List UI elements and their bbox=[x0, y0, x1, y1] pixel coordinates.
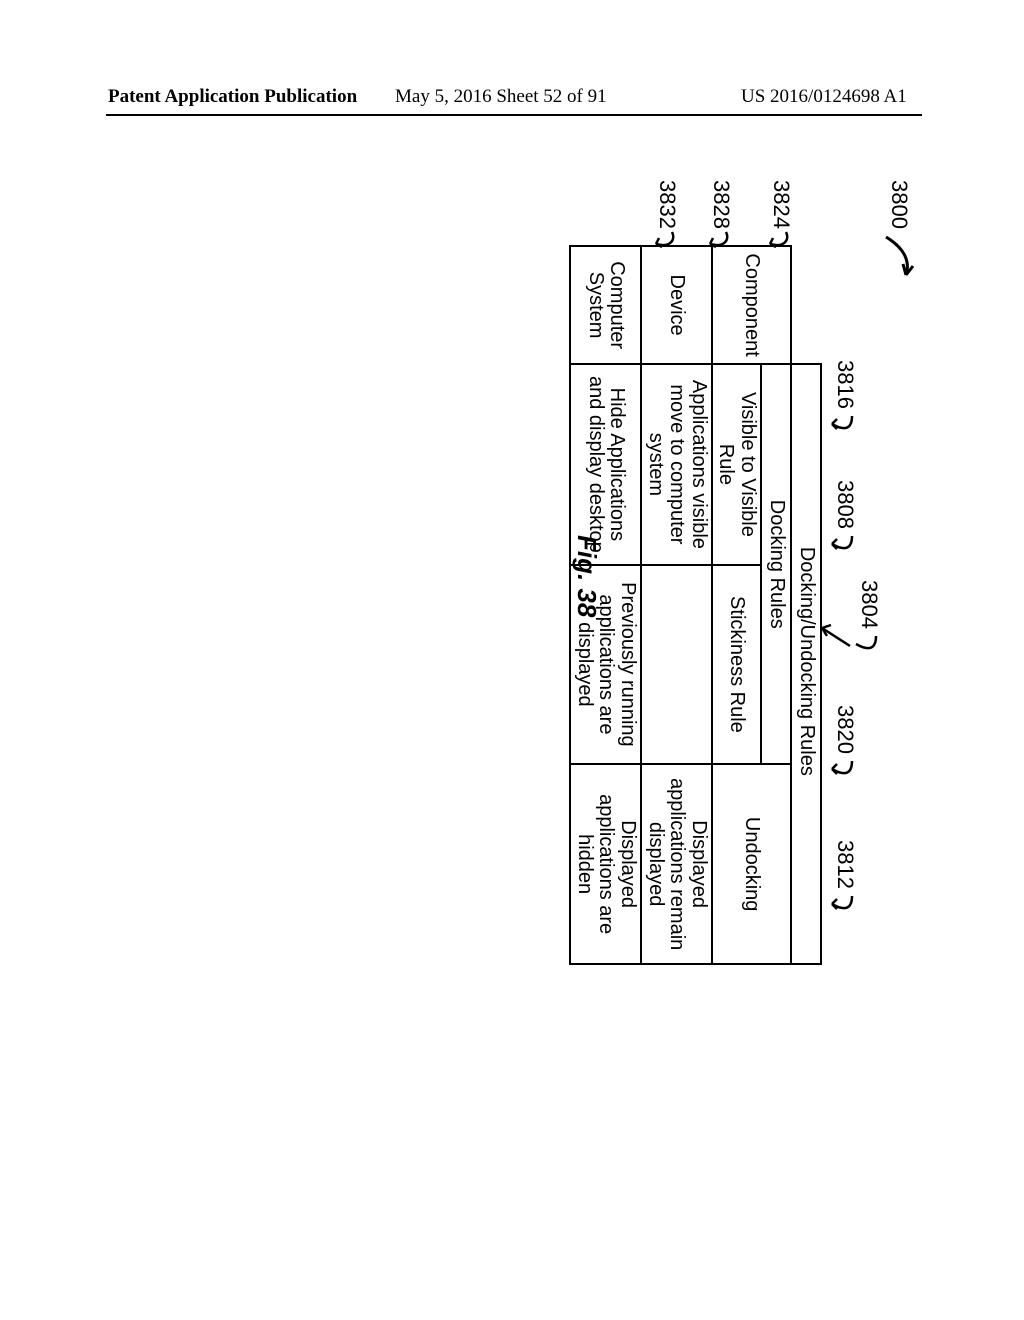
device-stick-cell bbox=[641, 565, 712, 765]
col-undocking-text: Undocking bbox=[741, 817, 763, 912]
ref-3820-label: 3820 bbox=[832, 705, 858, 754]
ref-3812-label: 3812 bbox=[832, 840, 858, 889]
computer-system-undock-cell: Displayed applications are hidden bbox=[570, 764, 641, 964]
ref-3800-label: 3800 bbox=[886, 180, 912, 229]
computer-system-component-cell: Computer System bbox=[570, 246, 641, 364]
docking-rules-table: Docking/Undocking Rules Component Dockin… bbox=[569, 245, 822, 965]
col-docking-rules-header: Docking Rules bbox=[761, 364, 791, 764]
table-row: Device Applications visible move to comp… bbox=[641, 246, 712, 964]
ref-3812-hook-icon bbox=[828, 892, 854, 916]
sub-stickiness-rule-header: Stickiness Rule bbox=[712, 565, 761, 765]
header-pubnumber: US 2016/0124698 A1 bbox=[741, 86, 907, 108]
patent-page: Patent Application Publication May 5, 20… bbox=[0, 0, 1024, 1320]
super-header-text: Docking/Undocking Rules bbox=[796, 547, 818, 776]
col-undocking-header: Undocking bbox=[712, 764, 791, 964]
figure-38: 3800 3816 3808 3804 3820 3812 3824 bbox=[132, 180, 912, 980]
ref-3816-hook-icon bbox=[828, 412, 854, 436]
ref-3816-label: 3816 bbox=[832, 360, 858, 409]
figure-caption: Fig. 38 bbox=[571, 535, 602, 617]
ref-3808-label: 3808 bbox=[832, 480, 858, 529]
ref-3820-hook-icon bbox=[828, 757, 854, 781]
col-component-header: Component bbox=[712, 246, 791, 364]
blank-top-left-cell bbox=[791, 246, 821, 364]
header-rule-line bbox=[106, 114, 922, 116]
device-vis-cell: Applications visible move to computer sy… bbox=[641, 364, 712, 564]
device-component-cell: Device bbox=[641, 246, 712, 364]
ref-3804-label: 3804 bbox=[856, 580, 882, 629]
ref-3828-label: 3828 bbox=[708, 180, 734, 229]
ref-3808-hook-icon bbox=[828, 532, 854, 556]
ref-3804-leader-icon bbox=[818, 588, 852, 668]
device-undock-cell: Displayed applications remain displayed bbox=[641, 764, 712, 964]
ref-3824-label: 3824 bbox=[768, 180, 794, 229]
header-publication: Patent Application Publication bbox=[108, 86, 357, 108]
super-header-cell: Docking/Undocking Rules bbox=[791, 364, 821, 964]
sub-visible-rule-header: Visible to Visible Rule bbox=[712, 364, 761, 564]
ref-3804-hook-icon bbox=[852, 632, 878, 656]
ref-3800-arrow-icon bbox=[882, 235, 916, 281]
ref-3832-label: 3832 bbox=[654, 180, 680, 229]
header-date-sheet: May 5, 2016 Sheet 52 of 91 bbox=[395, 86, 607, 108]
